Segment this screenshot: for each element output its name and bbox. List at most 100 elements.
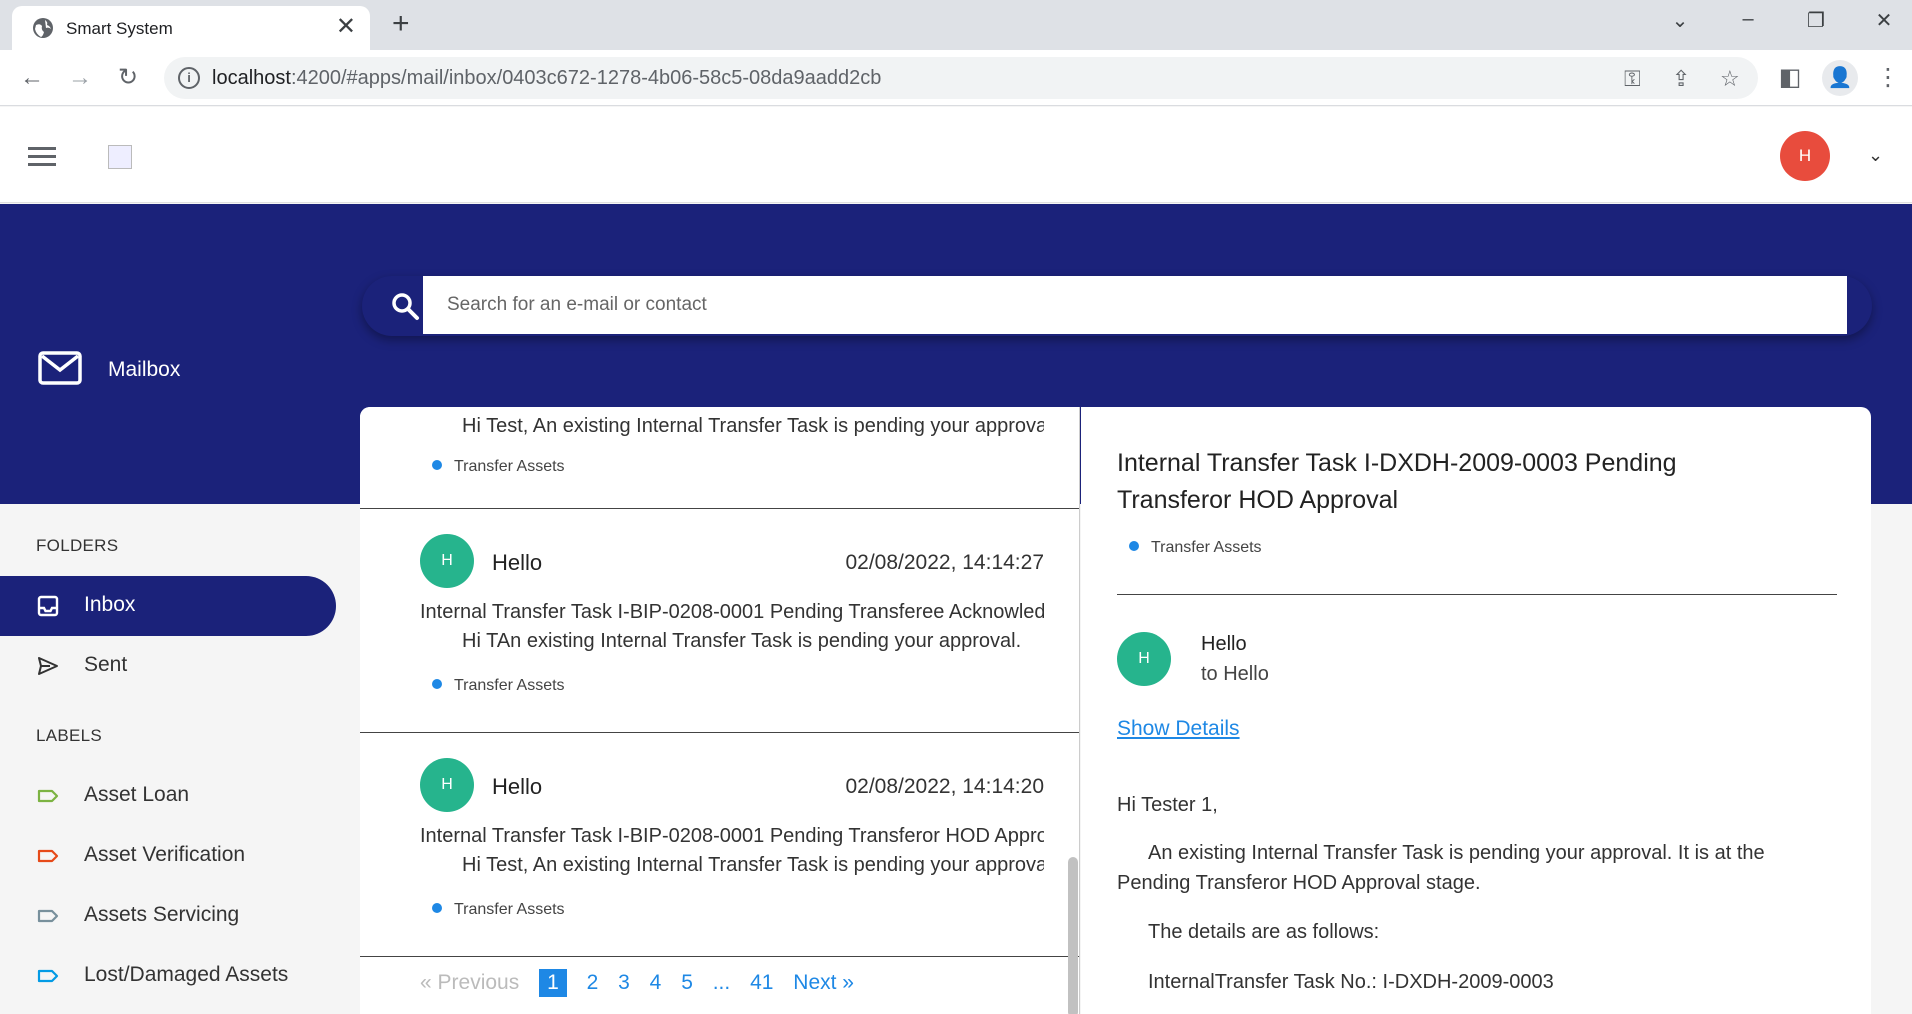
sidebar-item-asset-loan[interactable]: Asset Loan <box>0 766 336 826</box>
site-info-icon[interactable]: i <box>178 67 200 89</box>
label-tag-icon <box>37 969 59 983</box>
mail-label-text: Transfer Assets <box>454 677 565 694</box>
mail-sender: Hello <box>492 774 543 799</box>
labels-heading: LABELS <box>36 726 103 745</box>
star-icon[interactable]: ☆ <box>1720 66 1740 92</box>
sidebar-item-label: Asset Loan <box>84 783 190 806</box>
message-greeting: Hi Tester 1, <box>1117 794 1218 816</box>
label-dot-icon <box>432 459 442 470</box>
user-avatar[interactable]: H <box>1780 131 1830 181</box>
message-paragraph: The details are as follows: <box>1148 921 1380 943</box>
page-button-1[interactable]: 1 <box>539 969 567 997</box>
reload-icon[interactable]: ↻ <box>112 62 144 94</box>
profile-icon[interactable]: 👤 <box>1822 60 1858 96</box>
label-tag-icon <box>37 789 59 803</box>
search-input[interactable] <box>423 276 1847 334</box>
sidebar-item-sent[interactable]: Sent <box>0 636 336 696</box>
message-label: Transfer Assets <box>1129 539 1262 557</box>
list-scrollbar[interactable] <box>1068 857 1078 1014</box>
page-ellipsis: ... <box>712 971 731 994</box>
mail-label-text: Transfer Assets <box>454 458 565 475</box>
show-details-link[interactable]: Show Details <box>1117 717 1240 741</box>
mail-label-text: Transfer Assets <box>454 901 565 918</box>
sidebar-item-label: Inbox <box>84 593 136 616</box>
mail-label: Transfer Assets <box>432 458 565 476</box>
sidebar-item-label: Sent <box>84 653 128 676</box>
search-icon[interactable] <box>390 291 420 321</box>
label-dot-icon <box>432 902 442 913</box>
mail-date: 02/08/2022, 14:14:20 <box>845 775 1044 798</box>
mail-subject: Internal Transfer Task I-BIP-0208-0001 P… <box>420 825 1044 847</box>
app-header: H ⌄ <box>0 107 1912 203</box>
side-panel-icon[interactable]: ◧ <box>1774 62 1806 94</box>
message-label-text: Transfer Assets <box>1151 539 1262 556</box>
mail-date: 02/08/2022, 14:14:27 <box>845 551 1044 574</box>
url-host: localhost <box>212 67 291 89</box>
omnibox[interactable]: i localhost:4200/#apps/mail/inbox/0403c6… <box>164 57 1758 99</box>
label-dot-icon <box>432 678 442 689</box>
message-from: Hello <box>1201 633 1247 655</box>
list-item[interactable]: H Hello 02/08/2022, 14:14:27 Internal Tr… <box>360 509 1079 733</box>
page-button-2[interactable]: 2 <box>587 971 599 995</box>
sidebar-item-asset-verification[interactable]: Asset Verification <box>0 826 336 886</box>
next-page-button[interactable]: Next » <box>793 971 854 995</box>
sidebar-item-assets-servicing[interactable]: Assets Servicing <box>0 886 336 946</box>
globe-icon <box>33 18 53 38</box>
sidebar: FOLDERS Inbox Sent LABELS Asset Loan Ass… <box>0 504 360 1014</box>
mail-subject: Internal Transfer Task I-BIP-0208-0001 P… <box>420 601 1044 623</box>
list-item[interactable]: Hi Test, An existing Internal Transfer T… <box>360 407 1079 509</box>
message-paragraph: InternalTransfer Task No.: I-DXDH-2009-0… <box>1148 971 1554 993</box>
new-tab-icon[interactable]: + <box>392 9 410 39</box>
back-icon[interactable]: ← <box>16 62 48 94</box>
send-icon <box>38 657 58 675</box>
avatar: H <box>420 758 474 812</box>
avatar: H <box>420 534 474 588</box>
mail-preview: Hi Test, An existing Internal Transfer T… <box>462 415 1044 437</box>
tab-search-icon[interactable]: ⌄ <box>1660 8 1700 33</box>
mail-preview: Hi Test, An existing Internal Transfer T… <box>462 854 1044 876</box>
logo-image <box>108 145 132 169</box>
message-subject: Internal Transfer Task I-DXDH-2009-0003 … <box>1117 449 1677 514</box>
sidebar-item-label: Asset Verification <box>84 843 246 866</box>
menu-kebab-icon[interactable]: ⋮ <box>1872 62 1904 94</box>
browser-tab-bar: Smart System ✕ + ⌄ – ❐ ✕ <box>0 0 1912 50</box>
restore-icon[interactable]: ❐ <box>1796 8 1836 33</box>
sidebar-item-label: Lost/Damaged Assets <box>84 963 289 986</box>
close-tab-icon[interactable]: ✕ <box>336 14 356 40</box>
chevron-down-icon[interactable]: ⌄ <box>1868 145 1883 166</box>
mail-preview: Hi TAn existing Internal Transfer Task i… <box>462 630 1022 652</box>
mail-list: Hi Test, An existing Internal Transfer T… <box>360 407 1080 1014</box>
label-dot-icon <box>1129 540 1139 551</box>
sidebar-item-lost-damaged-assets[interactable]: Lost/Damaged Assets <box>0 946 336 1006</box>
browser-tab[interactable]: Smart System ✕ <box>12 6 370 50</box>
sidebar-item-inbox[interactable]: Inbox <box>0 576 336 636</box>
forward-icon[interactable]: → <box>64 62 96 94</box>
mail-label: Transfer Assets <box>432 677 565 695</box>
page-button-5[interactable]: 5 <box>681 971 693 995</box>
pagination: « Previous 1 2 3 4 5 ... 41 Next » <box>420 969 868 1003</box>
page-button-41[interactable]: 41 <box>750 971 773 995</box>
mail-label: Transfer Assets <box>432 901 565 919</box>
label-tag-icon <box>37 849 59 863</box>
message-paragraph: An existing Internal Transfer Task is pe… <box>1117 842 1765 894</box>
mailbox-label: Mailbox <box>108 358 181 381</box>
reading-pane: Internal Transfer Task I-DXDH-2009-0003 … <box>1081 407 1871 1014</box>
window-close-icon[interactable]: ✕ <box>1864 8 1904 33</box>
hamburger-menu-icon[interactable] <box>28 147 56 167</box>
url-text[interactable]: localhost:4200/#apps/mail/inbox/0403c672… <box>212 67 881 90</box>
mail-sender: Hello <box>492 550 543 575</box>
sidebar-item-label: Assets Servicing <box>84 903 240 926</box>
avatar: H <box>1117 632 1171 686</box>
folders-heading: FOLDERS <box>36 536 119 555</box>
page-button-3[interactable]: 3 <box>618 971 630 995</box>
divider <box>1117 594 1837 595</box>
label-tag-icon <box>37 909 59 923</box>
address-bar: ← → ↻ i localhost:4200/#apps/mail/inbox/… <box>0 50 1912 106</box>
minimize-icon[interactable]: – <box>1728 8 1768 31</box>
previous-page-button[interactable]: « Previous <box>420 971 519 995</box>
list-item[interactable]: H Hello 02/08/2022, 14:14:20 Internal Tr… <box>360 733 1079 957</box>
mail-icon <box>38 351 82 385</box>
page-button-4[interactable]: 4 <box>650 971 662 995</box>
key-icon[interactable]: ⚿ <box>1624 66 1641 92</box>
share-icon[interactable]: ⇪ <box>1672 66 1690 92</box>
